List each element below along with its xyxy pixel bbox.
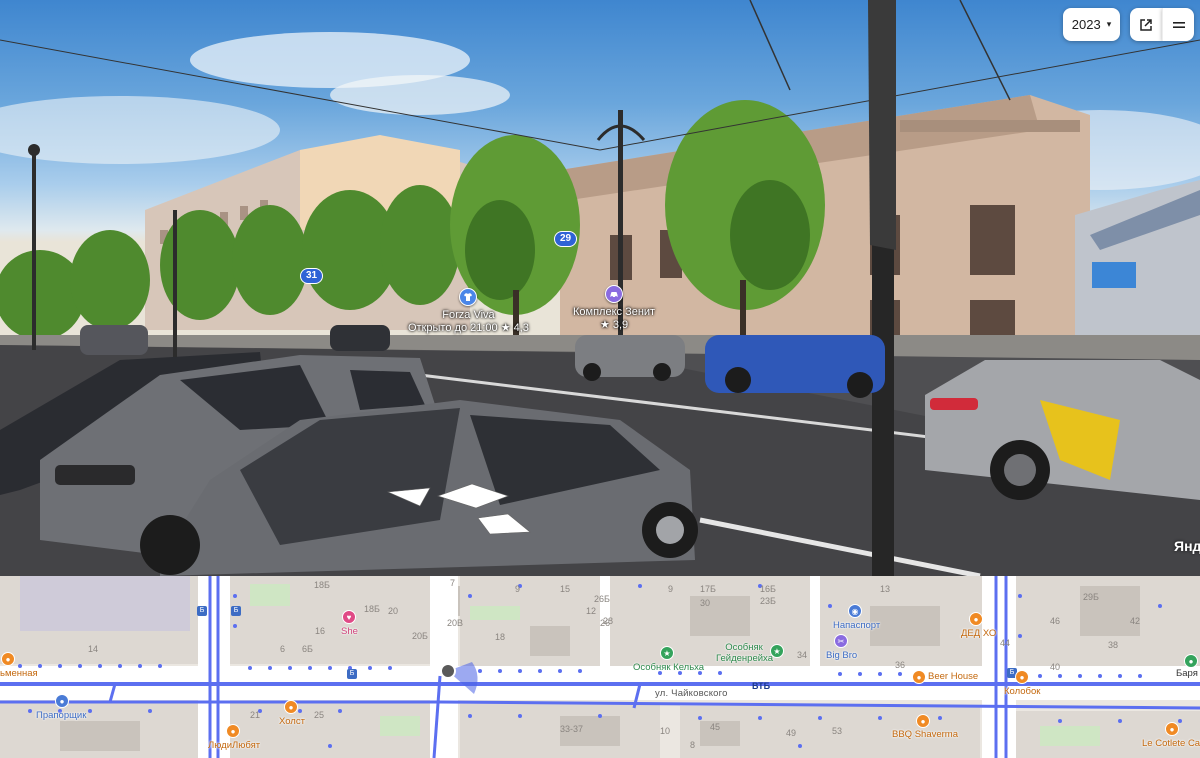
panorama-view[interactable]: 31 29 Forza Viva Открыто до 21:00 ★ 4,3 … xyxy=(0,0,1200,576)
house-number: 38 xyxy=(1108,640,1119,650)
shop-icon[interactable]: ● xyxy=(1184,654,1198,668)
camera-icon[interactable]: ◉ xyxy=(848,604,862,618)
house-number: 23Б xyxy=(760,596,776,606)
place-label[interactable]: Особняк Гейденрейха xyxy=(716,642,773,664)
menu-button[interactable] xyxy=(1162,8,1194,41)
food-icon[interactable]: ● xyxy=(284,700,298,714)
house-number: 45 xyxy=(710,722,721,732)
place-label[interactable]: Big Bro xyxy=(826,650,857,661)
open-external-button[interactable] xyxy=(1130,8,1162,41)
place-label[interactable]: Баря xyxy=(1176,668,1198,679)
house-number: 29Б xyxy=(1083,592,1099,602)
year-selector-button[interactable]: 2023 ▾ xyxy=(1063,8,1120,41)
nav-arrow-forward[interactable] xyxy=(437,483,509,509)
house-number: 9 xyxy=(515,584,521,594)
house-number: 18Б xyxy=(364,604,380,614)
house-number: 36 xyxy=(895,660,906,670)
place-label[interactable]: Напаспорт xyxy=(833,620,880,631)
place-label[interactable]: ьменная xyxy=(0,668,38,679)
food-icon[interactable]: ● xyxy=(1165,722,1179,736)
place-label[interactable]: Холст xyxy=(279,716,305,727)
place-label[interactable]: Прапорщик xyxy=(36,710,86,721)
house-number: 21 xyxy=(250,710,261,720)
food-icon[interactable]: ● xyxy=(226,724,240,738)
house-number: 18Б xyxy=(314,580,330,590)
poi-name: Комплекс Зенит xyxy=(573,306,656,318)
transport-stop-icon[interactable]: Б xyxy=(231,606,241,616)
current-position-marker xyxy=(440,663,456,679)
yandex-watermark: Янд xyxy=(1174,538,1200,554)
house-number: 20Б xyxy=(412,631,428,641)
house-number: 33-37 xyxy=(560,724,584,734)
navigation-arrows[interactable] xyxy=(380,478,540,538)
shirt-icon xyxy=(459,288,478,306)
transport-stop-icon[interactable]: Б xyxy=(197,606,207,616)
place-label[interactable]: Beer House xyxy=(928,671,978,682)
place-label[interactable]: Колобок xyxy=(1004,686,1040,697)
house-number: 6 xyxy=(280,644,286,654)
food-icon[interactable]: ● xyxy=(916,714,930,728)
house-number: 13 xyxy=(880,584,891,594)
house-number: 20 xyxy=(388,606,399,616)
house-number: 8 xyxy=(690,740,696,750)
house-number: 6Б xyxy=(302,644,313,654)
poi-detail: ★ 3,9 xyxy=(599,319,629,331)
house-number: 44 xyxy=(1000,638,1011,648)
house-number: 26Б xyxy=(594,594,610,604)
external-link-icon xyxy=(1140,18,1152,31)
shop-icon[interactable]: ● xyxy=(55,694,69,708)
house-number: 40 xyxy=(1050,662,1061,672)
house-number: 10 xyxy=(660,726,671,736)
place-label[interactable]: She xyxy=(341,626,358,637)
food-icon[interactable]: ● xyxy=(969,612,983,626)
house-number: 18 xyxy=(495,632,506,642)
house-number: 16 xyxy=(315,626,326,636)
hamburger-icon xyxy=(1172,21,1185,28)
house-number: 49 xyxy=(786,728,797,738)
place-label[interactable]: BBQ Shaverma xyxy=(892,729,958,740)
house-number: 34 xyxy=(797,650,808,660)
nav-arrow-right[interactable] xyxy=(477,513,531,535)
house-number: 12 xyxy=(586,606,597,616)
house-number: 15 xyxy=(560,584,571,594)
bus-route-badge[interactable]: 31 xyxy=(300,268,324,284)
mini-map[interactable]: 18Б 18Б 20 16 6Б 20Б 20В 18 14 12 26 26Б… xyxy=(0,576,1200,758)
house-number: 42 xyxy=(1130,616,1141,626)
house-number: 30 xyxy=(700,598,711,608)
poi-name: Forza Viva xyxy=(442,309,495,321)
house-number: 20В xyxy=(447,618,464,628)
house-number: 17Б xyxy=(700,584,716,594)
house-number: 46 xyxy=(1050,616,1061,626)
nav-arrow-back[interactable] xyxy=(386,487,431,507)
house-number: 25 xyxy=(314,710,325,720)
chevron-down-icon: ▾ xyxy=(1106,19,1112,29)
car-icon xyxy=(605,285,624,303)
poi-kompleks-zenit[interactable]: Комплекс Зенит ★ 3,9 xyxy=(573,285,655,332)
food-icon[interactable]: ● xyxy=(1,652,15,666)
house-number: 9 xyxy=(668,584,674,594)
street-label: ул. Чайковского xyxy=(655,688,728,699)
house-number: 7 xyxy=(450,578,456,588)
poi-forza-viva[interactable]: Forza Viva Открыто до 21:00 ★ 4,3 xyxy=(408,288,529,335)
house-number: 28 xyxy=(603,616,614,626)
barber-icon[interactable]: ✂ xyxy=(834,634,848,648)
place-label[interactable]: ЛюдиЛюбят xyxy=(208,740,260,751)
bar-icon[interactable]: ● xyxy=(912,670,926,684)
street-view-app: 31 29 Forza Viva Открыто до 21:00 ★ 4,3 … xyxy=(0,0,1200,758)
beauty-salon-icon[interactable]: ♥ xyxy=(342,610,356,624)
year-label: 2023 xyxy=(1071,17,1101,32)
house-number: 53 xyxy=(832,726,843,736)
place-label[interactable]: Особняк Кельха xyxy=(633,662,704,673)
place-label[interactable]: Le Cotlete Caf xyxy=(1142,738,1200,749)
bank-label[interactable]: ВТБ xyxy=(752,681,770,691)
landmark-icon[interactable]: ★ xyxy=(660,646,674,660)
transport-stop-icon[interactable]: Б xyxy=(347,669,357,679)
house-number: 14 xyxy=(88,644,99,654)
poi-detail: Открыто до 21:00 ★ 4,3 xyxy=(408,322,529,334)
place-label[interactable]: ДЕД ХО xyxy=(961,628,996,639)
bus-route-badge[interactable]: 29 xyxy=(554,231,578,247)
food-icon[interactable]: ● xyxy=(1015,670,1029,684)
house-number: 16Б xyxy=(760,584,776,594)
